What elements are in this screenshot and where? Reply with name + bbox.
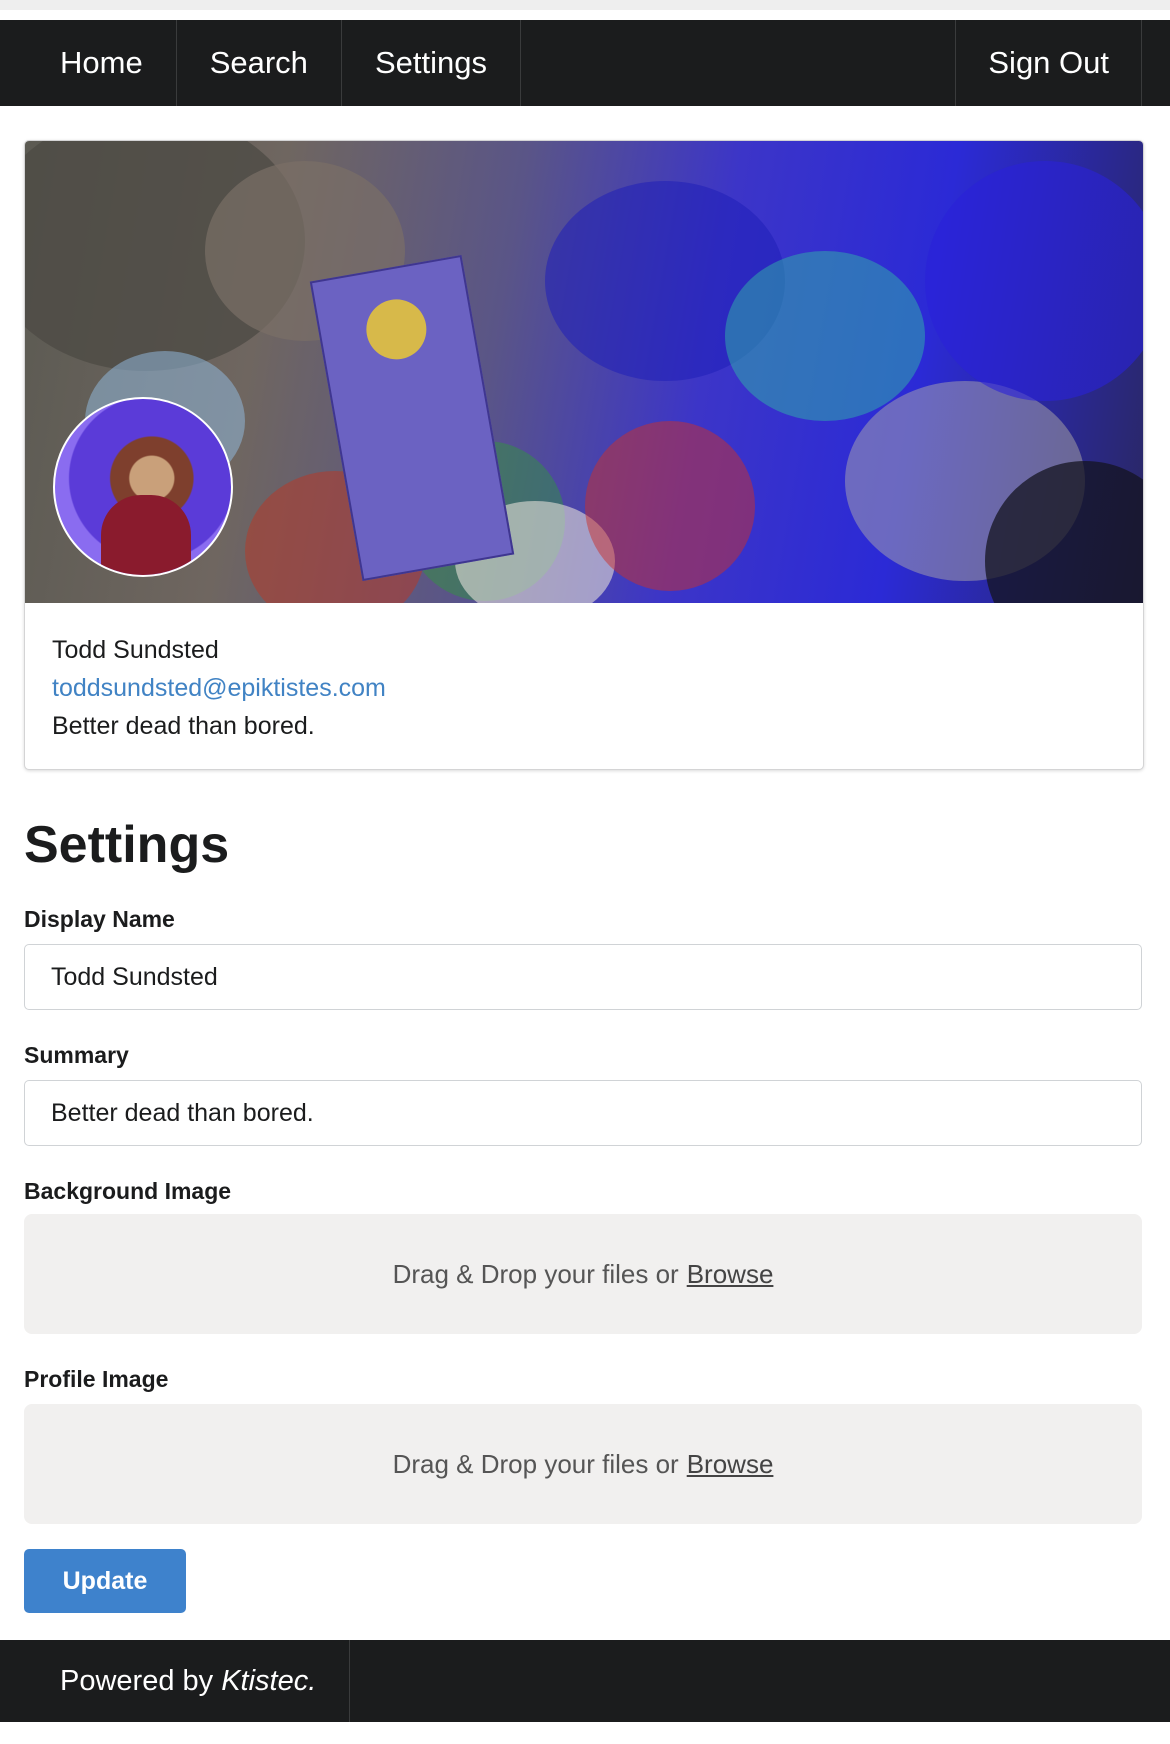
powered-by-text: Powered by <box>60 1664 214 1697</box>
update-button[interactable]: Update <box>24 1549 186 1613</box>
profile-name: Todd Sundsted <box>52 636 219 664</box>
profile-browse-link[interactable]: Browse <box>687 1449 774 1480</box>
banner-image <box>25 141 1143 603</box>
profile-details: Todd Sundsted toddsundsted@epiktistes.co… <box>52 631 386 745</box>
browser-top-strip <box>0 0 1170 10</box>
profile-summary: Better dead than bored. <box>52 712 315 740</box>
profile-image-dropzone[interactable]: Drag & Drop your files or Browse <box>24 1404 1142 1524</box>
ktistec-brand: Ktistec. <box>221 1664 317 1697</box>
background-image-label: Background Image <box>24 1178 232 1204</box>
footer-powered-by: Powered by Ktistec. <box>0 1640 351 1722</box>
avatar-figure <box>101 495 191 575</box>
footer: Powered by Ktistec. <box>0 1640 1170 1722</box>
display-name-input[interactable] <box>24 944 1142 1010</box>
nav-sign-out-link[interactable]: Sign Out <box>955 20 1142 106</box>
dropzone-text: Drag & Drop your files or <box>392 1258 679 1289</box>
dragon-con-logo <box>361 294 432 365</box>
background-image-dropzone[interactable]: Drag & Drop your files or Browse <box>24 1214 1142 1334</box>
dropzone-text: Drag & Drop your files or <box>392 1448 679 1479</box>
summary-input[interactable] <box>24 1080 1142 1146</box>
page-title: Settings <box>24 816 230 874</box>
profile-card: Todd Sundsted toddsundsted@epiktistes.co… <box>24 140 1144 770</box>
nav-home-link[interactable]: Home <box>0 20 177 106</box>
top-navbar: Home Search Settings Sign Out <box>0 20 1170 106</box>
display-name-label: Display Name <box>24 906 175 932</box>
summary-label: Summary <box>24 1042 129 1068</box>
nav-search-link[interactable]: Search <box>177 20 342 106</box>
background-browse-link[interactable]: Browse <box>687 1259 774 1290</box>
profile-email-link[interactable]: toddsundsted@epiktistes.com <box>52 674 386 702</box>
nav-settings-link[interactable]: Settings <box>342 20 521 106</box>
top-gap <box>0 10 1170 18</box>
profile-avatar <box>53 397 233 577</box>
profile-image-label: Profile Image <box>24 1366 169 1392</box>
